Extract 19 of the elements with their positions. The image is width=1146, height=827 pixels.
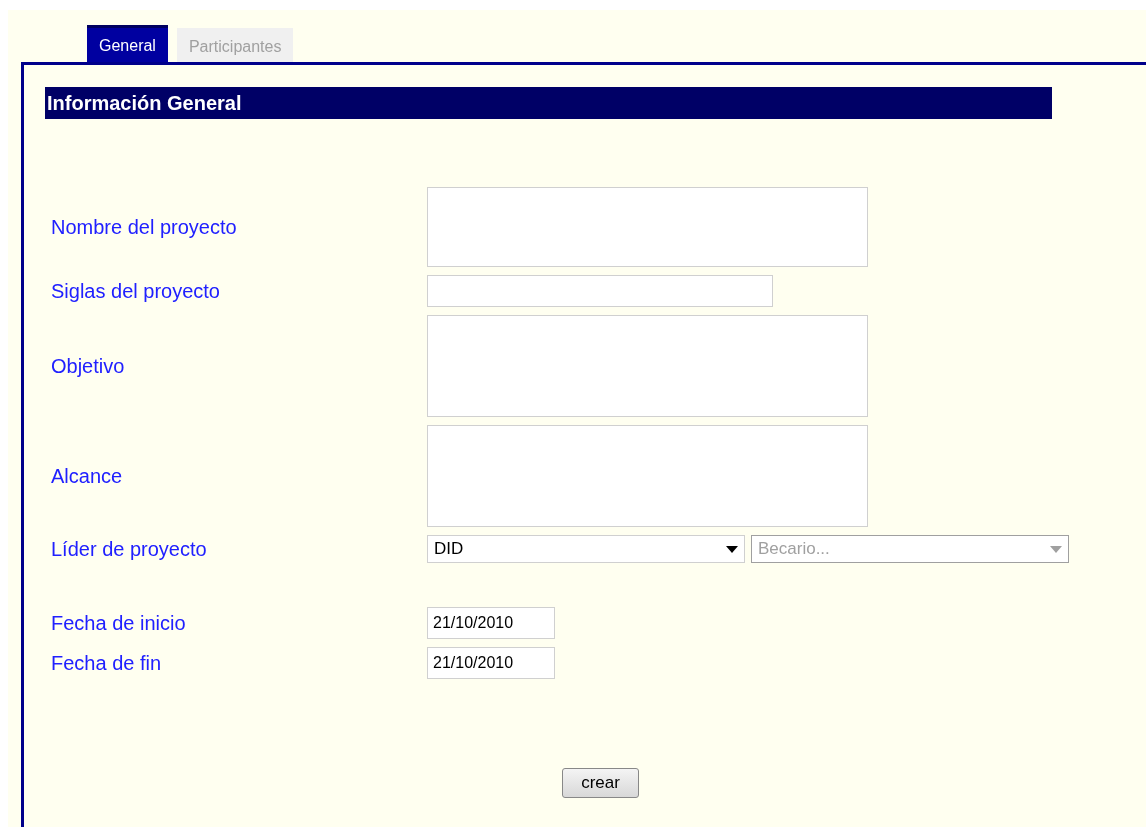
field-label: Nombre del proyecto (51, 215, 238, 239)
caret-icon (726, 545, 738, 553)
text-area[interactable] (427, 187, 868, 267)
create-button[interactable]: crear (562, 768, 639, 798)
field-label: Alcance (51, 464, 124, 488)
field-label: Siglas del proyecto (51, 279, 221, 303)
caret-icon (1050, 545, 1062, 553)
text-area[interactable] (427, 425, 868, 527)
dropdown[interactable]: DID (427, 535, 745, 563)
text-area[interactable] (427, 315, 868, 417)
section-header: Información General (45, 87, 1052, 119)
field-label: Fecha de inicio (51, 611, 187, 635)
tab[interactable]: General (87, 25, 168, 62)
field-label: Objetivo (51, 354, 126, 378)
date-field[interactable]: 21/10/2010 (427, 607, 555, 639)
field-label: Fecha de fin (51, 651, 163, 675)
field-label: Líder de proyecto (51, 537, 208, 561)
date-field[interactable]: 21/10/2010 (427, 647, 555, 679)
input-field[interactable] (427, 275, 773, 307)
